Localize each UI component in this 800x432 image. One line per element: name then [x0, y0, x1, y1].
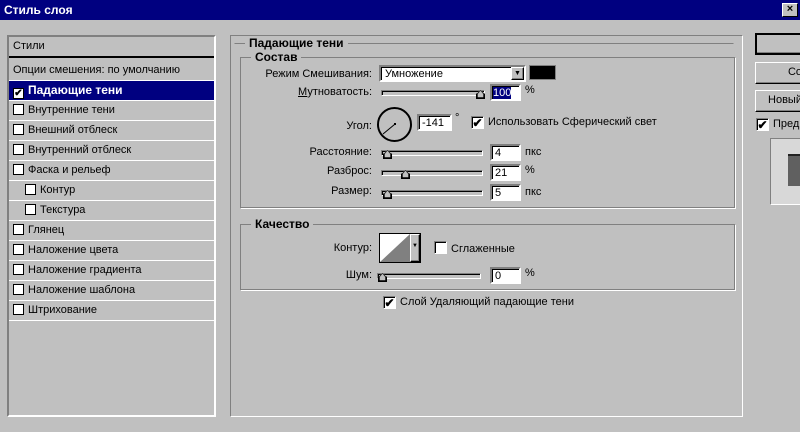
- title-bar: Стиль слоя: [0, 0, 800, 20]
- sidebar-item[interactable]: Глянец: [9, 221, 214, 241]
- angle-label: Угол:: [346, 120, 372, 132]
- blend-mode-label: Режим Смешивания:: [265, 68, 372, 80]
- blend-mode-value: Умножение: [385, 68, 443, 80]
- contour-picker[interactable]: ▼: [379, 233, 421, 263]
- opacity-input[interactable]: 100: [490, 84, 521, 101]
- sidebar-item-label: Глянец: [28, 224, 65, 236]
- sidebar-item-label: Штрихование: [28, 304, 98, 316]
- angle-input[interactable]: -141: [417, 114, 452, 131]
- contour-label: Контур:: [333, 242, 372, 254]
- distance-input[interactable]: 4: [490, 144, 521, 161]
- shadow-color-swatch[interactable]: [529, 65, 556, 80]
- slider-thumb[interactable]: [378, 273, 387, 282]
- checkbox[interactable]: [13, 244, 24, 255]
- checkbox[interactable]: [434, 241, 447, 254]
- checkbox[interactable]: ✔: [13, 88, 24, 99]
- sidebar-item-label: Внутренние тени: [28, 104, 115, 116]
- antialias-checkbox[interactable]: Сглаженные: [434, 241, 515, 255]
- window-title: Стиль слоя: [4, 3, 73, 17]
- checkbox[interactable]: [25, 204, 36, 215]
- contour-preview-icon: [380, 234, 410, 262]
- section-title: Падающие тени: [245, 36, 348, 50]
- checkbox[interactable]: ✔: [383, 296, 396, 309]
- sidebar-item-label: Наложение цвета: [28, 244, 119, 256]
- sidebar-item-label: Текстура: [40, 204, 86, 216]
- slider-thumb[interactable]: [401, 170, 410, 179]
- blend-mode-select[interactable]: Умножение ▼: [379, 65, 526, 82]
- sidebar-item[interactable]: Текстура: [9, 201, 214, 221]
- slider-thumb[interactable]: [476, 90, 485, 99]
- preview-swatch: [788, 154, 800, 186]
- close-button[interactable]: ×: [782, 3, 798, 17]
- size-unit: пкс: [525, 186, 542, 198]
- sidebar-item[interactable]: Наложение цвета: [9, 241, 214, 261]
- slider-thumb[interactable]: [383, 190, 392, 199]
- ok-button[interactable]: [755, 33, 800, 55]
- checkbox[interactable]: [13, 224, 24, 235]
- sidebar-item[interactable]: Фаска и рельеф: [9, 161, 214, 181]
- sidebar-item[interactable]: Внешний отблеск: [9, 121, 214, 141]
- spread-input[interactable]: 21: [490, 164, 521, 181]
- checkbox[interactable]: [13, 264, 24, 275]
- sidebar-item-label: Фаска и рельеф: [28, 164, 111, 176]
- spread-label: Разброс:: [327, 165, 372, 177]
- sidebar-item[interactable]: Внутренний отблеск: [9, 141, 214, 161]
- quality-title: Качество: [251, 217, 314, 231]
- styles-header[interactable]: Стили: [9, 37, 214, 58]
- new-style-button[interactable]: Новый: [755, 90, 800, 112]
- checkbox[interactable]: [25, 184, 36, 195]
- noise-input[interactable]: 0: [490, 267, 521, 284]
- checkbox[interactable]: [13, 144, 24, 155]
- angle-dial[interactable]: [377, 107, 412, 142]
- sidebar-item-label: Внутренний отблеск: [28, 144, 132, 156]
- checkbox[interactable]: [13, 104, 24, 115]
- style-preview: [770, 138, 800, 205]
- sidebar-item-label: Внешний отблеск: [28, 124, 118, 136]
- checkbox[interactable]: [13, 164, 24, 175]
- distance-label: Расстояние:: [309, 146, 372, 158]
- sidebar-item-label: Наложение шаблона: [28, 284, 136, 296]
- checkbox[interactable]: [13, 124, 24, 135]
- drop-shadow-panel: Падающие тени Состав Режим Смешивания: У…: [230, 35, 743, 417]
- chevron-down-icon[interactable]: ▼: [410, 234, 420, 262]
- cancel-button[interactable]: Со: [755, 62, 800, 84]
- angle-unit: °: [455, 112, 460, 124]
- quality-group: Качество: [240, 217, 735, 290]
- sidebar-item[interactable]: Контур: [9, 181, 214, 201]
- noise-label: Шум:: [345, 269, 372, 281]
- spread-slider[interactable]: [381, 170, 483, 179]
- chevron-down-icon[interactable]: ▼: [511, 67, 524, 80]
- size-label: Размер:: [331, 185, 372, 197]
- opacity-label: Мутноватость:: [298, 86, 372, 98]
- preview-checkbox[interactable]: ✔ Пред: [756, 118, 799, 131]
- size-slider[interactable]: [381, 190, 483, 199]
- checkbox[interactable]: ✔: [756, 118, 769, 131]
- size-input[interactable]: 5: [490, 184, 521, 201]
- opacity-slider[interactable]: [381, 90, 485, 99]
- sidebar-item[interactable]: Наложение градиента: [9, 261, 214, 281]
- noise-unit: %: [525, 267, 535, 279]
- blending-options[interactable]: Опции смешения: по умолчанию: [9, 61, 214, 81]
- checkbox[interactable]: ✔: [471, 116, 484, 129]
- sidebar-item-label: Контур: [40, 184, 76, 196]
- structure-title: Состав: [251, 50, 302, 64]
- checkbox[interactable]: [13, 304, 24, 315]
- sidebar-item[interactable]: Наложение шаблона: [9, 281, 214, 301]
- sidebar-item-label: Падающие тени: [28, 83, 123, 97]
- spread-unit: %: [525, 164, 535, 176]
- noise-slider[interactable]: [377, 273, 481, 282]
- opacity-unit: %: [525, 84, 535, 96]
- checkbox[interactable]: [13, 284, 24, 295]
- knockout-checkbox[interactable]: ✔ Слой Удаляющий падающие тени: [383, 296, 574, 309]
- global-light-checkbox[interactable]: ✔ Использовать Сферический свет: [471, 116, 657, 129]
- sidebar-item[interactable]: Внутренние тени: [9, 101, 214, 121]
- distance-unit: пкс: [525, 146, 542, 158]
- slider-thumb[interactable]: [383, 150, 392, 159]
- styles-list: Стили Опции смешения: по умолчанию ✔ Пада…: [7, 35, 216, 417]
- sidebar-item[interactable]: ✔ Падающие тени: [9, 81, 214, 101]
- distance-slider[interactable]: [381, 150, 483, 159]
- sidebar-item[interactable]: Штрихование: [9, 301, 214, 321]
- sidebar-item-label: Наложение градиента: [28, 264, 142, 276]
